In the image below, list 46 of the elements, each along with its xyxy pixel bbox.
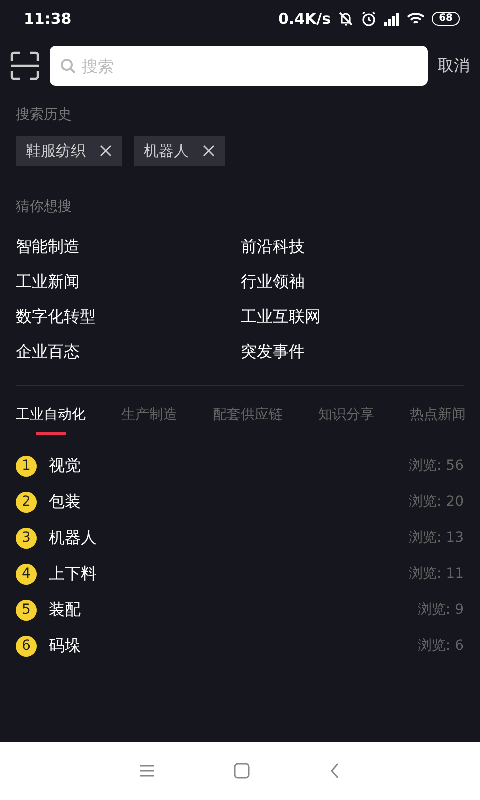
trending-title[interactable]: 装配 bbox=[49, 600, 418, 620]
rank-badge: 6 bbox=[16, 636, 37, 656]
signal-icon bbox=[384, 12, 400, 26]
search-field[interactable]: 搜索 bbox=[50, 46, 428, 86]
suggestion-link[interactable]: 企业百态 bbox=[16, 341, 241, 363]
view-count: 浏览: 20 bbox=[409, 493, 464, 511]
rank-badge: 2 bbox=[16, 492, 37, 512]
view-count: 浏览: 13 bbox=[409, 529, 464, 547]
wifi-icon bbox=[407, 12, 426, 26]
view-count: 浏览: 56 bbox=[409, 457, 464, 475]
battery-indicator: 68 bbox=[432, 12, 460, 26]
view-count: 浏览: 6 bbox=[418, 637, 464, 655]
trending-title[interactable]: 机器人 bbox=[49, 528, 410, 548]
menu-icon[interactable] bbox=[139, 764, 156, 778]
trending-title[interactable]: 视觉 bbox=[49, 456, 410, 476]
rank-badge: 3 bbox=[16, 528, 37, 548]
trending-title[interactable]: 上下料 bbox=[49, 564, 410, 584]
alarm-icon bbox=[361, 11, 378, 27]
scan-icon[interactable] bbox=[10, 51, 40, 81]
close-icon[interactable] bbox=[203, 145, 215, 157]
suggestion-link[interactable]: 智能制造 bbox=[16, 236, 241, 258]
cancel-button[interactable]: 取消 bbox=[438, 56, 470, 76]
history-chip[interactable]: 鞋服纺织 bbox=[16, 136, 122, 166]
rank-badge: 1 bbox=[16, 456, 37, 476]
close-icon[interactable] bbox=[100, 145, 112, 157]
suggestion-link[interactable]: 前沿科技 bbox=[241, 236, 464, 258]
category-tab[interactable]: 工业自动化 bbox=[16, 406, 86, 435]
rank-badge: 4 bbox=[16, 564, 37, 584]
trending-title[interactable]: 码垛 bbox=[49, 636, 418, 656]
rank-badge: 5 bbox=[16, 600, 37, 620]
section-title: 猜你想搜 bbox=[15, 198, 73, 216]
back-icon[interactable] bbox=[328, 763, 341, 779]
suggestion-link[interactable]: 工业互联网 bbox=[241, 306, 464, 328]
suggestion-link[interactable]: 突发事件 bbox=[241, 341, 464, 363]
section-title: 搜索历史 bbox=[15, 106, 73, 124]
network-speed: 0.4K/s bbox=[278, 10, 332, 28]
suggestion-link[interactable]: 行业领袖 bbox=[241, 271, 464, 293]
home-icon[interactable] bbox=[234, 763, 250, 779]
bell-muted-icon bbox=[338, 11, 354, 27]
history-chip[interactable]: 机器人 bbox=[134, 136, 225, 166]
status-time: 11:38 bbox=[24, 10, 73, 28]
view-count: 浏览: 9 bbox=[418, 601, 464, 619]
suggestion-link[interactable]: 数字化转型 bbox=[16, 306, 241, 328]
suggestion-link[interactable]: 工业新闻 bbox=[16, 271, 241, 293]
trending-title[interactable]: 包装 bbox=[49, 492, 410, 512]
view-count: 浏览: 11 bbox=[409, 565, 464, 583]
